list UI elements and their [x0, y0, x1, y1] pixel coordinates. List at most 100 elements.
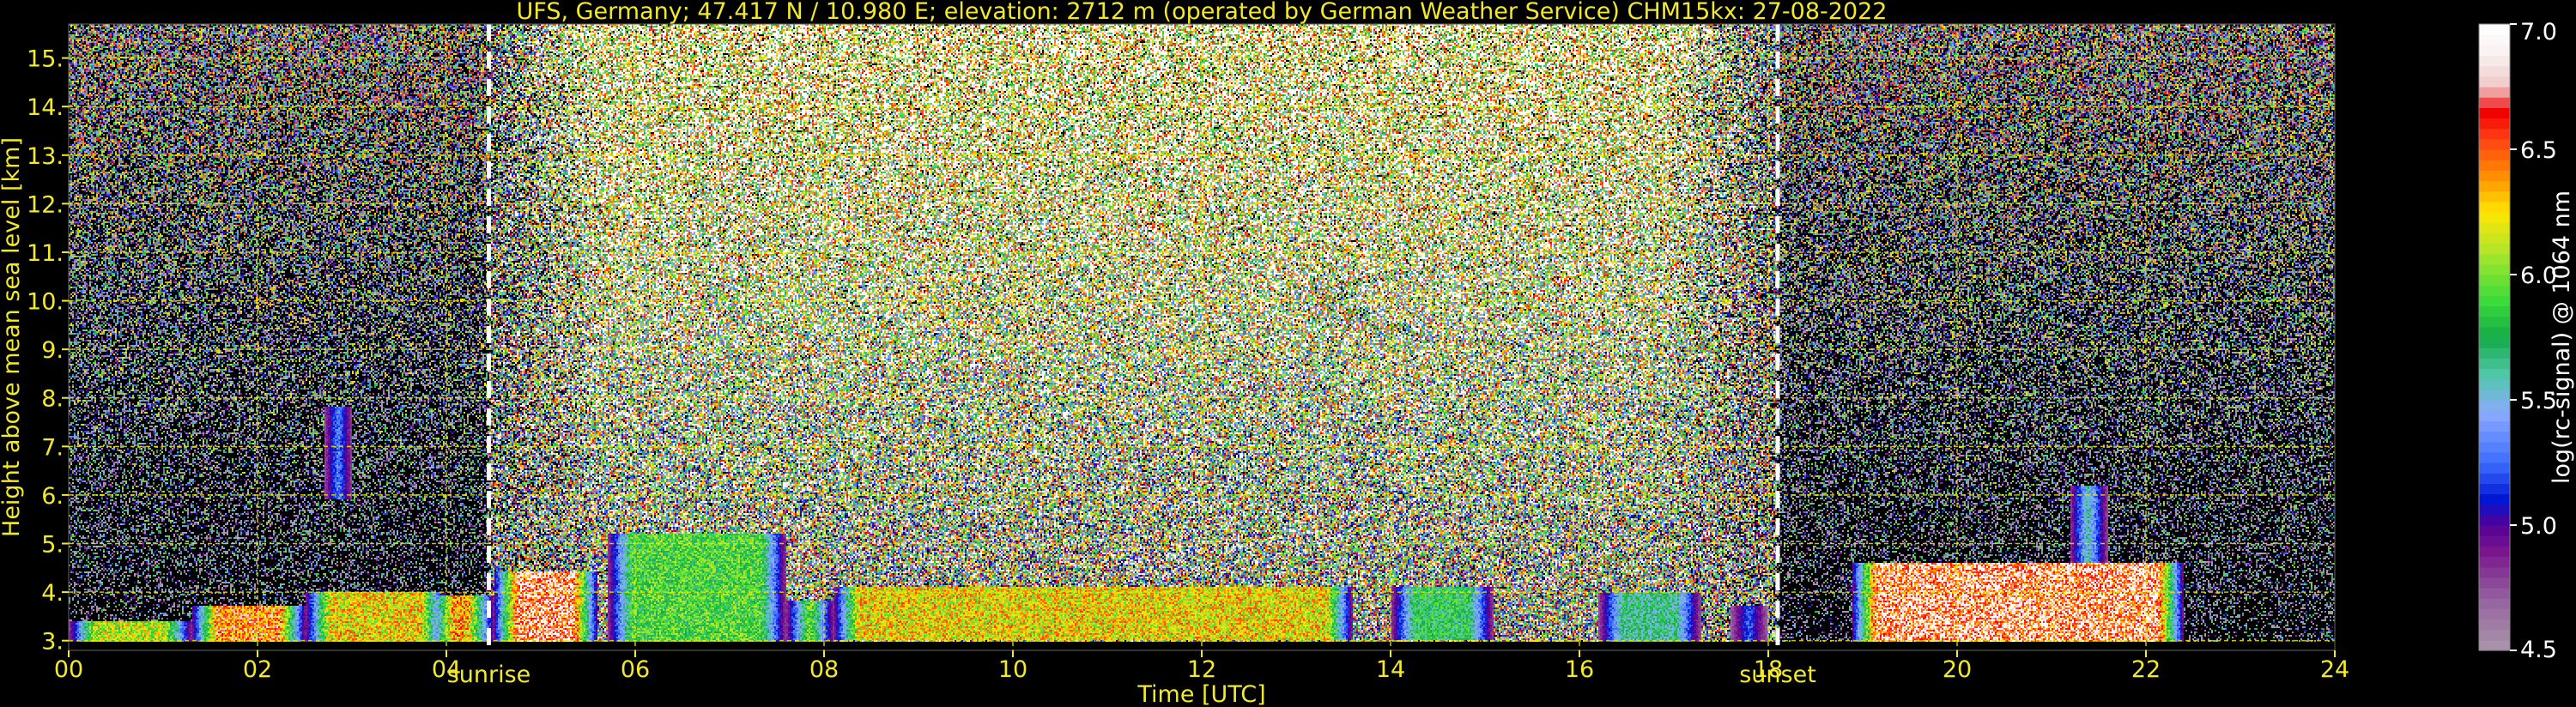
- colorbar-tick-label: 6.5: [2520, 137, 2557, 164]
- y-tick-label: 9.: [41, 337, 64, 364]
- colorbar-band: [2479, 358, 2510, 370]
- colorbar-band: [2479, 462, 2510, 474]
- y-axis: 3. 4. 5. 6. 7. 8. 9. 10. 11. 12. 13. 14. 15.: [27, 46, 69, 656]
- colorbar-band: [2479, 514, 2510, 526]
- x-tick-label: 18: [1754, 656, 1783, 683]
- y-axis-label: Height above mean sea level [km]: [0, 137, 25, 537]
- y-tick-label: 15.: [27, 46, 64, 73]
- colorbar-band: [2479, 639, 2510, 651]
- colorbar-band: [2479, 473, 2510, 484]
- colorbar-band: [2479, 201, 2510, 213]
- x-axis-label: Time [UTC]: [1136, 681, 1265, 707]
- x-tick-label: 20: [1943, 656, 1972, 683]
- colorbar-band: [2479, 285, 2510, 296]
- colorbar-band: [2479, 378, 2510, 390]
- colorbar-tick-label: 5.0: [2520, 513, 2557, 540]
- colorbar-band: [2479, 65, 2510, 77]
- colorbar-band: [2479, 55, 2510, 67]
- y-tick-label: 3.: [41, 629, 64, 656]
- x-tick-label: 00: [54, 656, 83, 683]
- colorbar-band: [2479, 87, 2510, 98]
- y-tick-label: 11.: [27, 240, 64, 267]
- x-tick-label: 16: [1565, 656, 1594, 683]
- colorbar-band: [2479, 410, 2510, 421]
- y-tick-label: 13.: [27, 143, 64, 170]
- colorbar-band: [2479, 441, 2510, 453]
- x-tick-label: 08: [809, 656, 839, 683]
- colorbar-band: [2479, 24, 2510, 35]
- y-tick-label: 8.: [41, 386, 64, 413]
- colorbar-band: [2479, 483, 2510, 495]
- colorbar-band: [2479, 629, 2510, 641]
- colorbar-band: [2479, 97, 2510, 108]
- colorbar-band: [2479, 326, 2510, 338]
- colorbar-band: [2479, 138, 2510, 150]
- colorbar-band: [2479, 577, 2510, 589]
- colorbar-band: [2479, 149, 2510, 160]
- lidar-chart: UFS, Germany; 47.417 N / 10.980 E; eleva…: [0, 0, 2575, 707]
- colorbar-bands: [2478, 23, 2511, 651]
- y-tick-label: 12.: [27, 191, 64, 218]
- colorbar-label: log(rc-signal) @ 1064 nm: [2549, 190, 2575, 484]
- colorbar-band: [2479, 295, 2510, 307]
- colorbar-band: [2479, 243, 2510, 255]
- colorbar-band: [2479, 588, 2510, 599]
- colorbar-band: [2479, 389, 2510, 401]
- colorbar-band: [2479, 451, 2510, 463]
- y-tick-label: 4.: [41, 580, 64, 607]
- colorbar-band: [2479, 368, 2510, 380]
- colorbar-band: [2479, 400, 2510, 411]
- colorbar-band: [2479, 337, 2510, 348]
- colorbar-band: [2479, 420, 2510, 432]
- x-tick-label: 24: [2320, 656, 2349, 683]
- colorbar-band: [2479, 76, 2510, 88]
- x-tick-label: 04: [432, 656, 461, 683]
- colorbar-band: [2479, 263, 2510, 275]
- y-tick-label: 5.: [41, 532, 64, 559]
- colorbar-band: [2479, 504, 2510, 516]
- colorbar-band: [2479, 546, 2510, 558]
- colorbar-band: [2479, 566, 2510, 578]
- colorbar-band: [2479, 180, 2510, 192]
- colorbar-band: [2479, 253, 2510, 265]
- colorbar-band: [2479, 160, 2510, 171]
- colorbar-band: [2479, 275, 2510, 286]
- y-tick-label: 6.: [41, 483, 64, 510]
- colorbar-band: [2479, 34, 2510, 45]
- colorbar-band: [2479, 128, 2510, 140]
- colorbar-tick-label: 4.5: [2520, 637, 2557, 663]
- colorbar-band: [2479, 347, 2510, 359]
- y-tick-label: 7.: [41, 434, 64, 461]
- colorbar-band: [2479, 233, 2510, 245]
- colorbar-tick-label: 7.0: [2520, 19, 2557, 45]
- colorbar-band: [2479, 493, 2510, 505]
- colorbar: 4.55.05.56.06.57.0 log(rc-signal) @ 1064…: [2478, 19, 2575, 663]
- colorbar-band: [2479, 170, 2510, 182]
- colorbar-band: [2479, 598, 2510, 609]
- x-tick-label: 12: [1187, 656, 1216, 683]
- colorbar-band: [2479, 212, 2510, 223]
- y-tick-label: 14.: [27, 94, 64, 121]
- x-tick-label: 22: [2131, 656, 2161, 683]
- x-axis: 00 02 04 06 08 10 12 14 16 18 20 22 24: [54, 650, 2349, 683]
- x-tick-label: 10: [998, 656, 1027, 683]
- colorbar-band: [2479, 316, 2510, 328]
- x-tick-label: 06: [621, 656, 650, 683]
- x-tick-label: 02: [243, 656, 272, 683]
- colorbar-band: [2479, 222, 2510, 233]
- colorbar-band: [2479, 535, 2510, 547]
- colorbar-band: [2479, 525, 2510, 536]
- colorbar-band: [2479, 556, 2510, 568]
- colorbar-band: [2479, 619, 2510, 631]
- colorbar-band: [2479, 431, 2510, 443]
- colorbar-band: [2479, 305, 2510, 317]
- colorbar-band: [2479, 107, 2510, 119]
- colorbar-band: [2479, 118, 2510, 130]
- colorbar-band: [2479, 608, 2510, 620]
- colorbar-band: [2479, 45, 2510, 57]
- chart-title: UFS, Germany; 47.417 N / 10.980 E; eleva…: [517, 0, 1888, 25]
- y-tick-label: 10.: [27, 289, 64, 316]
- colorbar-band: [2479, 190, 2510, 202]
- x-tick-label: 14: [1376, 656, 1405, 683]
- plot-area: sunrise sunset: [68, 23, 2336, 688]
